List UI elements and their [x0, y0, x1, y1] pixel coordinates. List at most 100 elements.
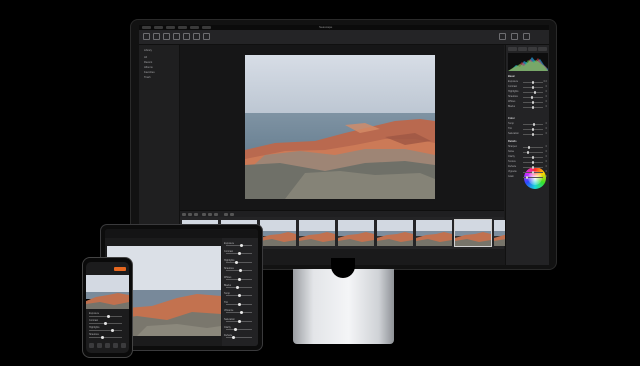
slider-knob[interactable] — [237, 294, 241, 298]
slider-knob[interactable] — [528, 145, 530, 149]
slider-track[interactable] — [523, 91, 543, 93]
slider-knob[interactable] — [532, 85, 534, 89]
tab-metadata[interactable] — [528, 47, 537, 51]
slider-track[interactable] — [523, 146, 543, 148]
filmstrip-thumbnail[interactable] — [338, 220, 374, 246]
phone-slider-row[interactable]: Exposure — [89, 312, 126, 318]
tablet-slider-row[interactable]: Temp — [224, 292, 256, 298]
rotate-right-icon[interactable] — [230, 213, 234, 216]
photos-tab-icon[interactable] — [89, 343, 94, 348]
slider-track[interactable] — [226, 261, 252, 263]
pen-tool-icon[interactable] — [208, 213, 212, 216]
tablet-slider-row[interactable]: Highlights — [224, 259, 256, 264]
menu-item[interactable] — [166, 26, 175, 29]
compare-icon[interactable] — [203, 33, 210, 40]
filmstrip-thumbnail[interactable] — [299, 220, 335, 246]
phone-slider-row[interactable]: Contrast — [89, 319, 126, 325]
single-view-icon[interactable] — [188, 213, 192, 216]
tablet-slider-row[interactable]: Clarity — [224, 326, 256, 331]
slider-track[interactable] — [226, 245, 252, 246]
rotate-left-icon[interactable] — [224, 213, 228, 216]
adjustment-slider-row[interactable]: Saturation 0 — [508, 132, 548, 136]
slider-knob[interactable] — [532, 170, 534, 174]
brush-tool-icon[interactable] — [202, 213, 206, 216]
adjustment-slider-row[interactable]: Vignette 0 — [508, 170, 548, 174]
slider-track[interactable] — [89, 315, 122, 317]
inspector-section-header[interactable]: Basic — [508, 75, 515, 78]
slider-knob[interactable] — [234, 260, 238, 264]
adjustment-slider-row[interactable]: Dehaze 0 — [508, 165, 548, 169]
adjustment-slider-row[interactable]: Tint 0 — [508, 127, 548, 131]
slider-knob[interactable] — [532, 155, 534, 159]
eyedropper-icon[interactable] — [214, 213, 218, 216]
sidebar-item[interactable]: All — [144, 56, 147, 59]
tablet-slider-row[interactable]: Dehaze — [224, 334, 256, 340]
tab-library[interactable] — [508, 47, 517, 51]
slider-knob[interactable] — [107, 314, 111, 318]
slider-knob[interactable] — [104, 321, 107, 325]
menu-item[interactable] — [190, 26, 199, 29]
tablet-slider-row[interactable]: Vibrance — [224, 309, 256, 315]
phone-action-button[interactable] — [114, 267, 126, 271]
slider-track[interactable] — [226, 312, 252, 314]
inspector-section-header[interactable]: Color — [508, 117, 515, 120]
adjustment-slider-row[interactable]: Exposure 0.0 — [508, 80, 548, 84]
tablet-slider-row[interactable]: Saturation — [224, 318, 256, 323]
adjustment-slider-row[interactable]: Highlights 0 — [508, 90, 548, 94]
slider-knob[interactable] — [532, 100, 534, 104]
slider-knob[interactable] — [532, 105, 534, 109]
phone-slider-row[interactable]: Shadows — [89, 333, 126, 339]
slider-knob[interactable] — [527, 150, 529, 154]
adjustment-slider-row[interactable]: Clarity 0 — [508, 155, 548, 159]
main-photo[interactable] — [245, 55, 435, 199]
filmstrip-thumbnail[interactable] — [377, 220, 413, 246]
slider-knob[interactable] — [237, 302, 241, 306]
tablet-slider-row[interactable]: Blacks — [224, 284, 256, 289]
phone-photo[interactable] — [86, 275, 129, 309]
sidebar-item[interactable]: Trash — [144, 76, 151, 79]
adjustment-slider-row[interactable]: Noise 0 — [508, 150, 548, 154]
slider-knob[interactable] — [238, 269, 242, 273]
adjustment-slider-row[interactable]: Shadows 0 — [508, 95, 548, 99]
slider-track[interactable] — [89, 336, 122, 338]
tablet-slider-row[interactable]: Contrast — [224, 250, 256, 256]
filmstrip-thumbnail[interactable] — [454, 219, 492, 247]
adjustment-slider-row[interactable]: Texture 0 — [508, 160, 548, 164]
slider-knob[interactable] — [240, 244, 244, 247]
slider-track[interactable] — [523, 151, 543, 153]
slider-track[interactable] — [226, 337, 252, 339]
settings-icon[interactable] — [523, 33, 530, 40]
inspector-section-header[interactable]: Details — [508, 140, 517, 143]
adjustment-slider-row[interactable]: Contrast 0 — [508, 85, 548, 89]
slider-knob[interactable] — [533, 122, 535, 126]
tab-export[interactable] — [538, 47, 547, 51]
tablet-slider-row[interactable]: Shadows — [224, 267, 256, 273]
grid-view-icon[interactable] — [182, 213, 186, 216]
share-tab-icon[interactable] — [121, 343, 126, 348]
adjustment-slider-row[interactable]: Grain 0 — [508, 175, 548, 179]
sidebar-item[interactable]: Library — [144, 49, 152, 52]
adjust-tab-icon[interactable] — [97, 343, 102, 348]
crop-tab-icon[interactable] — [105, 343, 110, 348]
sidebar-item[interactable]: Recent — [144, 61, 152, 64]
filmstrip-thumbnail[interactable] — [260, 220, 296, 246]
menu-item[interactable] — [202, 26, 211, 29]
slider-track[interactable] — [89, 329, 122, 331]
adjustment-slider-row[interactable]: Temp 0 — [508, 122, 548, 126]
tab-adjust[interactable] — [518, 47, 527, 51]
adjustment-slider-row[interactable]: Whites 0 — [508, 100, 548, 104]
adjust-icon[interactable] — [183, 33, 190, 40]
slider-knob[interactable] — [233, 328, 237, 331]
slider-knob[interactable] — [532, 127, 534, 131]
export-icon[interactable] — [511, 33, 518, 40]
slider-track[interactable] — [226, 329, 252, 330]
sidebar-item[interactable]: Favorites — [144, 71, 155, 74]
tablet-slider-row[interactable]: Whites — [224, 276, 256, 281]
slider-knob[interactable] — [110, 328, 114, 332]
phone-slider-row[interactable]: Highlights — [89, 326, 126, 332]
adjustment-slider-row[interactable]: Blacks 0 — [508, 105, 548, 109]
brush-icon[interactable] — [193, 33, 200, 40]
adjustment-slider-row[interactable]: Sharpen 0 — [508, 145, 548, 149]
menu-item[interactable] — [154, 26, 163, 29]
slider-knob[interactable] — [237, 252, 241, 256]
